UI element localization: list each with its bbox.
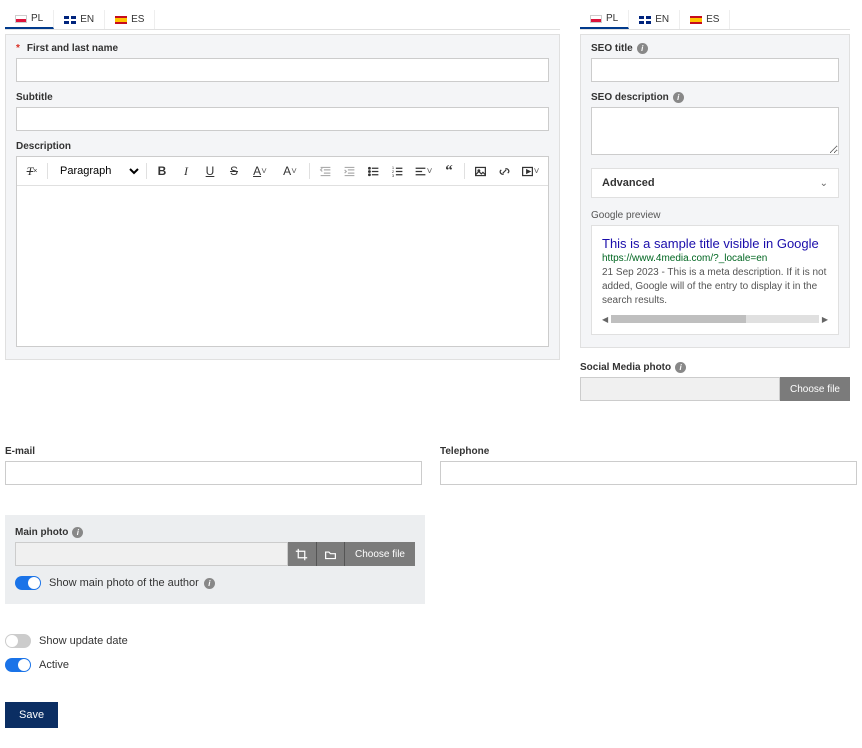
- image-button[interactable]: [469, 160, 491, 182]
- bg-color-button[interactable]: A ˅: [275, 160, 305, 182]
- chevron-down-icon: ⌄: [820, 178, 828, 189]
- strike-button[interactable]: S: [223, 160, 245, 182]
- lang-tab-en[interactable]: EN: [54, 10, 105, 29]
- tel-input[interactable]: [440, 461, 857, 485]
- bullet-list-button[interactable]: [362, 160, 384, 182]
- main-choose-file-button[interactable]: Choose file: [344, 542, 415, 566]
- block-format-select[interactable]: Paragraph: [52, 162, 142, 180]
- gp-desc: 21 Sep 2023 - This is a meta description…: [602, 266, 828, 308]
- show-update-date-label: Show update date: [39, 635, 128, 647]
- editor-toolbar: T× Paragraph B I U S A ˅ A ˅: [17, 157, 548, 186]
- flag-es-icon: [115, 16, 127, 24]
- lang-tab-es[interactable]: ES: [105, 10, 155, 29]
- outdent-button[interactable]: [314, 160, 336, 182]
- flag-en-icon: [64, 16, 76, 24]
- seo-panel: SEO titlei SEO descriptioni Advanced ⌄ G…: [580, 34, 850, 348]
- seo-title-label: SEO titlei: [591, 43, 839, 54]
- seo-title-input[interactable]: [591, 58, 839, 82]
- gp-title: This is a sample title visible in Google: [602, 236, 828, 251]
- media-button[interactable]: ˅: [517, 160, 543, 182]
- main-photo-label: Main photoi: [15, 527, 415, 538]
- info-icon[interactable]: i: [72, 527, 83, 538]
- bold-button[interactable]: B: [151, 160, 173, 182]
- lang-tab-es-r[interactable]: ES: [680, 10, 730, 29]
- info-icon[interactable]: i: [675, 362, 686, 373]
- first-last-input[interactable]: [16, 58, 549, 82]
- main-photo-panel: Main photoi Choose file Show main photo …: [5, 515, 425, 604]
- quote-button[interactable]: “: [438, 160, 460, 182]
- subtitle-input[interactable]: [16, 107, 549, 131]
- lang-tabs-left: PL EN ES: [5, 10, 560, 30]
- active-label: Active: [39, 659, 69, 671]
- active-toggle[interactable]: [5, 658, 31, 672]
- tel-label: Telephone: [440, 446, 857, 457]
- lang-tabs-right: PL EN ES: [580, 10, 850, 30]
- number-list-button[interactable]: 123: [386, 160, 408, 182]
- flag-es-icon: [690, 16, 702, 24]
- description-label: Description: [16, 141, 549, 152]
- save-button[interactable]: Save: [5, 702, 58, 728]
- lang-tab-pl[interactable]: PL: [5, 10, 54, 29]
- flag-pl-icon: [15, 15, 27, 23]
- sm-choose-file-button[interactable]: Choose file: [780, 377, 850, 401]
- google-preview: This is a sample title visible in Google…: [591, 225, 839, 335]
- align-button[interactable]: ˅: [410, 160, 436, 182]
- indent-button[interactable]: [338, 160, 360, 182]
- browse-button[interactable]: [316, 542, 344, 566]
- text-color-button[interactable]: A ˅: [247, 160, 273, 182]
- description-textarea[interactable]: [17, 186, 548, 346]
- seo-desc-label: SEO descriptioni: [591, 92, 839, 103]
- clear-format-button[interactable]: T×: [21, 160, 43, 182]
- svg-text:3: 3: [391, 173, 394, 178]
- info-icon[interactable]: i: [637, 43, 648, 54]
- info-icon[interactable]: i: [673, 92, 684, 103]
- main-panel: *First and last name Subtitle Descriptio…: [5, 34, 560, 360]
- gp-scrollbar[interactable]: ◀▶: [602, 314, 828, 324]
- lang-tab-en-r[interactable]: EN: [629, 10, 680, 29]
- link-button[interactable]: [493, 160, 515, 182]
- underline-button[interactable]: U: [199, 160, 221, 182]
- google-preview-label: Google preview: [591, 210, 839, 221]
- first-last-label: *First and last name: [16, 43, 549, 54]
- sm-photo-path: [580, 377, 780, 401]
- advanced-toggle[interactable]: Advanced ⌄: [591, 168, 839, 198]
- lang-tab-pl-r[interactable]: PL: [580, 10, 629, 29]
- email-input[interactable]: [5, 461, 422, 485]
- subtitle-label: Subtitle: [16, 92, 549, 103]
- show-update-date-toggle[interactable]: [5, 634, 31, 648]
- flag-en-icon: [639, 16, 651, 24]
- italic-button[interactable]: I: [175, 160, 197, 182]
- info-icon[interactable]: i: [204, 578, 215, 589]
- email-label: E-mail: [5, 446, 422, 457]
- seo-desc-input[interactable]: [591, 107, 839, 155]
- show-main-photo-label: Show main photo of the authori: [49, 577, 215, 589]
- gp-url: https://www.4media.com/?_locale=en: [602, 253, 828, 264]
- description-editor: T× Paragraph B I U S A ˅ A ˅: [16, 156, 549, 347]
- main-photo-path: [15, 542, 288, 566]
- crop-button[interactable]: [288, 542, 316, 566]
- flag-pl-icon: [590, 15, 602, 23]
- show-main-photo-toggle[interactable]: [15, 576, 41, 590]
- sm-photo-label: Social Media photoi: [580, 362, 850, 373]
